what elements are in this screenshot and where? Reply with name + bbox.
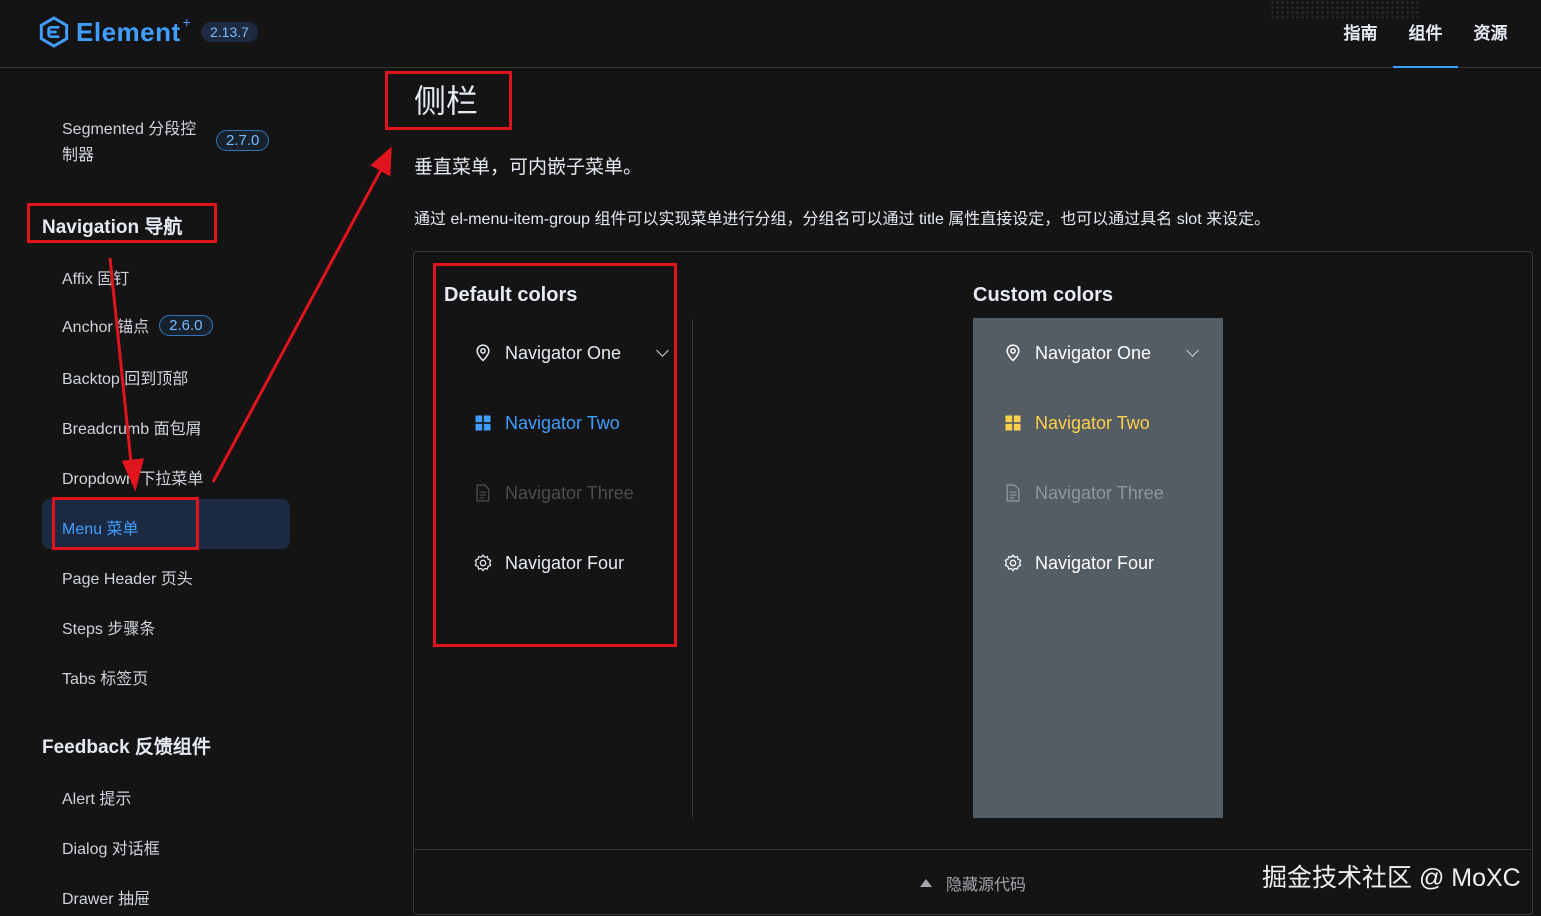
menu-item-navigator-one[interactable]: Navigator One (973, 325, 1223, 381)
sidebar-item-drawer[interactable]: Drawer 抽屉 (62, 885, 150, 909)
sidebar-item-label: Breadcrumb 面包屑 (62, 421, 202, 438)
toggle-source-label: 隐藏源代码 (945, 877, 1026, 894)
menu-item-label: Navigator Two (1035, 412, 1150, 433)
document-icon (476, 484, 490, 502)
logo-plus: + (182, 14, 191, 30)
sidebar-item-label: Dialog 对话框 (62, 841, 160, 858)
menu-item-label: Navigator One (1035, 342, 1152, 363)
location-icon (476, 344, 490, 362)
caret-up-icon (919, 879, 932, 887)
sidebar-item-breadcrumb[interactable]: Breadcrumb 面包屑 (62, 415, 202, 439)
sidebar-group-navigation: Navigation 导航 (42, 217, 183, 238)
sidebar-item-page-header[interactable]: Page Header 页头 (62, 565, 193, 589)
sidebar-item-affix[interactable]: Affix 固钉 (62, 265, 129, 289)
sidebar-item-label: Alert 提示 (62, 791, 132, 808)
setting-icon (474, 554, 492, 572)
sidebar-item-label: Tabs 标签页 (62, 671, 149, 688)
default-colors-title: Default colors (444, 284, 578, 306)
nav-guide[interactable]: 指南 (1328, 0, 1393, 68)
page-section-title: 侧栏 (414, 83, 479, 119)
document-icon (1006, 484, 1020, 502)
section-description: 垂直菜单，可内嵌子菜单。 (414, 157, 643, 178)
element-plus-logo[interactable]: Element + (38, 14, 191, 48)
chevron-down-icon (656, 344, 669, 357)
nav-component[interactable]: 组件 (1393, 0, 1458, 68)
menu-item-navigator-one[interactable]: Navigator One (443, 325, 693, 381)
sidebar-item-label: Drawer 抽屉 (62, 891, 151, 908)
sidebar-item-dropdown[interactable]: Dropdown 下拉菜单 (62, 465, 203, 489)
setting-icon (1004, 554, 1022, 572)
custom-colors-title: Custom colors (973, 284, 1114, 306)
sidebar-item-dialog[interactable]: Dialog 对话框 (62, 835, 160, 859)
sidebar-item-label: Menu 菜单 (62, 521, 139, 538)
sidebar-item-anchor[interactable]: Anchor 锚点 2.6.0 (62, 313, 213, 337)
sidebar-group-feedback: Feedback 反馈组件 (42, 737, 211, 758)
sidebar-item-segmented[interactable]: Segmented 分段控 制器 (62, 117, 196, 169)
section-detail: 通过 el-menu-item-group 组件可以实现菜单进行分组，分组名可以… (414, 211, 1271, 228)
menu-item-label: Navigator One (505, 342, 622, 363)
custom-colors-menu: Navigator One Navigator Two Navigator Th… (973, 318, 1223, 818)
top-nav: 指南 组件 资源 (1328, 0, 1523, 68)
default-colors-menu: Navigator One Navigator Two Navigator Th… (443, 319, 693, 819)
top-header: Element + 2.13.7 指南 组件 资源 (0, 0, 1541, 68)
menu-item-label: Navigator Three (1035, 482, 1164, 503)
sidebar-item-label: Affix 固钉 (62, 271, 130, 288)
sidebar: Segmented 分段控 制器 2.7.0 Navigation 导航 Aff… (0, 69, 300, 915)
version-tag: 2.7.0 (216, 130, 270, 151)
sidebar-item-alert[interactable]: Alert 提示 (62, 785, 131, 809)
sidebar-item-label: Anchor 锚点 (62, 319, 150, 336)
watermark-text: 掘金技术社区 @ MoXC (1262, 864, 1521, 892)
menu-item-navigator-three: Navigator Three (973, 465, 1223, 521)
menu-item-navigator-two[interactable]: Navigator Two (973, 395, 1223, 451)
location-icon (1006, 344, 1020, 362)
menu-item-navigator-three: Navigator Three (443, 465, 693, 521)
menu-grid-icon (1005, 415, 1021, 431)
menu-grid-icon (475, 415, 491, 431)
arrow-head-up (370, 146, 392, 177)
menu-item-label: Navigator Four (505, 552, 625, 573)
menu-item-navigator-two[interactable]: Navigator Two (443, 395, 693, 451)
sidebar-item-steps[interactable]: Steps 步骤条 (62, 615, 155, 639)
menu-item-label: Navigator Two (505, 412, 620, 433)
version-tag: 2.6.0 (159, 314, 213, 336)
sidebar-item-label: 制器 (62, 147, 95, 164)
menu-item-navigator-four[interactable]: Navigator Four (443, 535, 693, 591)
sidebar-item-tabs[interactable]: Tabs 标签页 (62, 665, 148, 689)
menu-item-label: Navigator Three (505, 482, 634, 503)
logo-text: Element (76, 16, 181, 47)
sidebar-item-label: Dropdown 下拉菜单 (62, 471, 204, 488)
menu-item-label: Navigator Four (1035, 552, 1155, 573)
menu-item-navigator-four[interactable]: Navigator Four (973, 535, 1223, 591)
nav-resource[interactable]: 资源 (1458, 0, 1523, 68)
sidebar-item-label: Steps 步骤条 (62, 621, 156, 638)
version-badge[interactable]: 2.13.7 (201, 22, 258, 42)
sidebar-item-label: Backtop 回到顶部 (62, 371, 189, 388)
sidebar-item-backtop[interactable]: Backtop 回到顶部 (62, 365, 188, 389)
sidebar-item-label: Page Header 页头 (62, 571, 193, 588)
chevron-down-icon (1186, 344, 1199, 357)
sidebar-item-menu[interactable]: Menu 菜单 (62, 515, 138, 539)
element-logo-icon (39, 16, 69, 48)
sidebar-item-label: Segmented 分段控 (62, 121, 197, 138)
demo-block: Default colors Custom colors Navigator O… (413, 251, 1533, 915)
